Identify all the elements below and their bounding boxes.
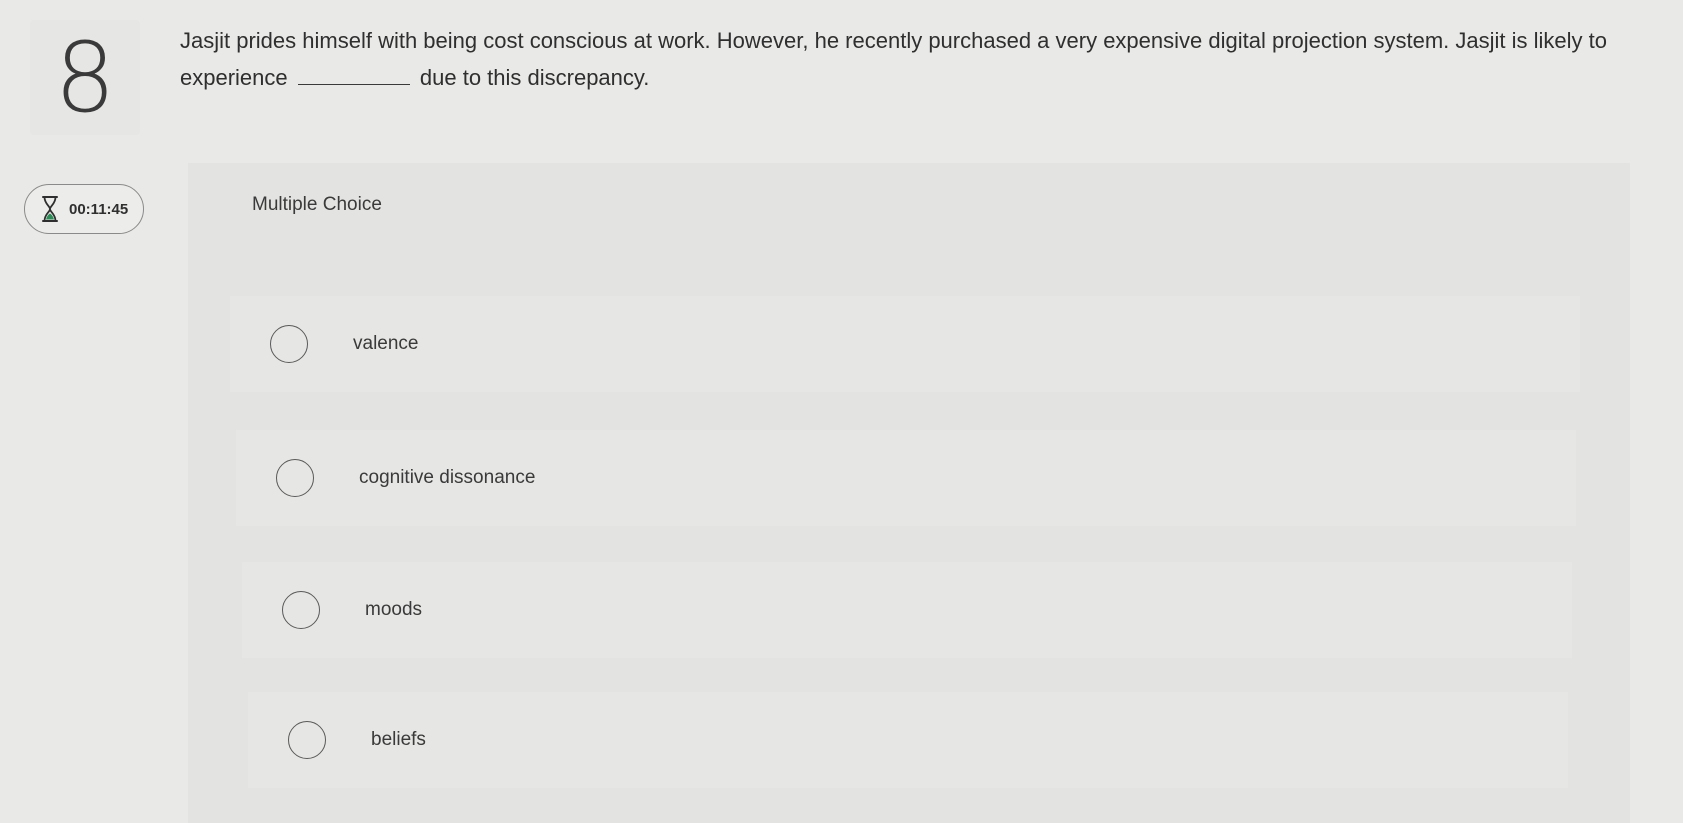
hourglass-icon [41,195,59,223]
option-valence[interactable]: valence [230,296,1580,392]
question-text: Jasjit prides himself with being cost co… [180,22,1640,96]
option-label: valence [353,333,419,354]
option-label: cognitive dissonance [359,467,536,488]
radio-button[interactable] [288,721,326,759]
option-beliefs[interactable]: beliefs [248,692,1568,788]
timer-badge[interactable]: 00:11:45 [24,184,144,234]
answer-blank [297,64,410,85]
option-moods[interactable]: moods [242,562,1572,658]
question-text-after: due to this discrepancy. [419,65,650,90]
option-cognitive-dissonance[interactable]: cognitive dissonance [236,430,1576,526]
question-number: 8 [30,20,140,135]
radio-button[interactable] [276,459,314,497]
question-type-label: Multiple Choice [252,194,382,215]
radio-button[interactable] [270,325,308,363]
timer-time: 00:11:45 [69,200,129,218]
option-label: beliefs [371,729,426,750]
radio-button[interactable] [282,591,320,629]
option-label: moods [365,599,423,620]
